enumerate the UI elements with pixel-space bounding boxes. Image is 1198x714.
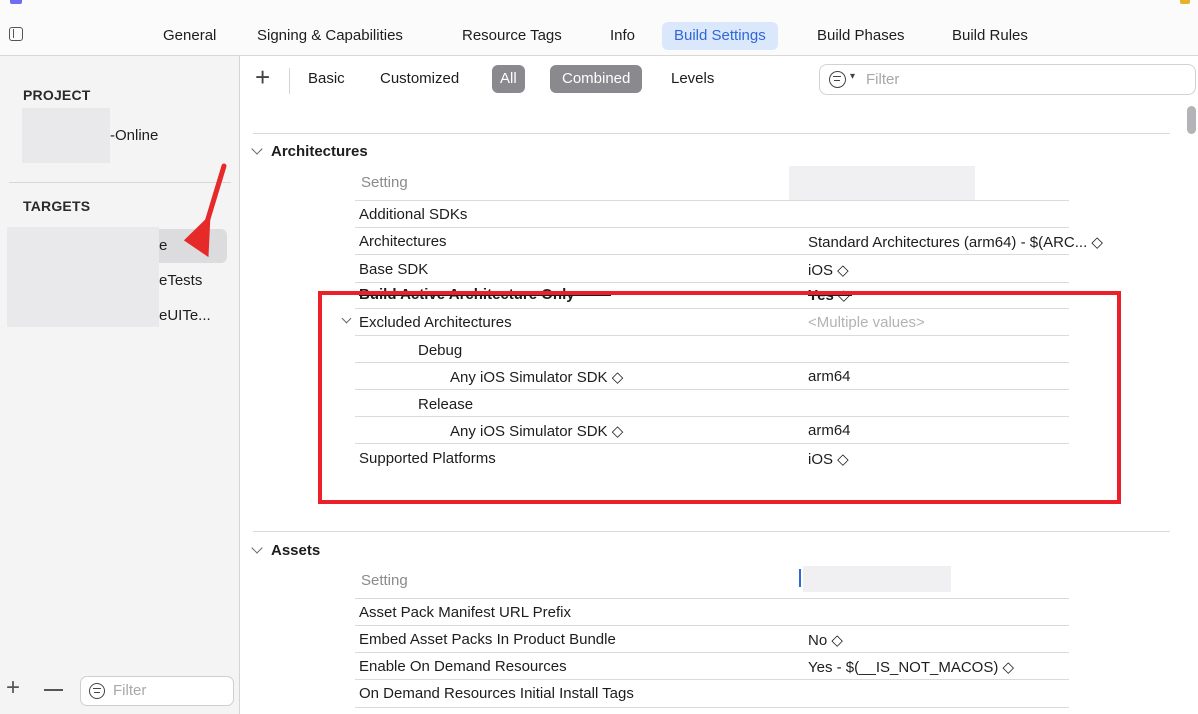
row-divider: [355, 200, 1069, 201]
settings-filter-field[interactable]: ▾ Filter: [819, 64, 1196, 95]
tab-build-settings[interactable]: Build Settings: [662, 22, 778, 50]
warning-icon-fragment: [1180, 0, 1190, 4]
row-divider: [355, 652, 1069, 653]
row-divider: [355, 598, 1069, 599]
chevron-down-icon[interactable]: [251, 542, 263, 554]
row-divider: [355, 679, 1069, 680]
add-setting-icon[interactable]: +: [255, 62, 270, 92]
chevron-down-icon: ▾: [850, 71, 856, 82]
tab-info[interactable]: Info: [604, 22, 641, 50]
architectures-value[interactable]: Standard Architectures (arm64) - $(ARC..…: [808, 233, 1103, 251]
base-sdk-value[interactable]: iOS ◇: [808, 261, 849, 279]
project-item[interactable]: -Online: [110, 127, 158, 144]
redacted-project-icon: [22, 108, 110, 163]
row-divider: [355, 625, 1069, 626]
filter-icon: [829, 71, 846, 88]
setting-column-header: Setting: [361, 572, 408, 589]
on-demand-resources-value[interactable]: Yes - $(__IS_NOT_MACOS) ◇: [808, 658, 1014, 676]
settings-filter-placeholder: Filter: [866, 71, 900, 88]
add-target-icon[interactable]: +: [6, 676, 20, 700]
vertical-scrollbar[interactable]: [1187, 106, 1196, 134]
toolbar-separator: [289, 68, 290, 94]
row-divider: [355, 707, 1069, 708]
window-icon-fragment: [10, 0, 22, 4]
red-highlight-box-annotation: [318, 291, 1121, 504]
text-cursor: [799, 569, 801, 587]
redacted-column-header: [789, 166, 975, 200]
sidebar-toggle-icon[interactable]: [9, 27, 23, 41]
target-item-uitests[interactable]: eUITe...: [159, 307, 211, 324]
embed-asset-packs-value[interactable]: No ◇: [808, 631, 843, 649]
setting-row-additional-sdks[interactable]: Additional SDKs: [359, 206, 467, 223]
tab-resource-tags[interactable]: Resource Tags: [456, 22, 568, 50]
build-settings-list: Architectures Setting Additional SDKs Ar…: [241, 104, 1198, 714]
setting-row-asset-pack-manifest[interactable]: Asset Pack Manifest URL Prefix: [359, 604, 571, 621]
tab-build-rules[interactable]: Build Rules: [946, 22, 1034, 50]
section-divider: [253, 133, 1170, 134]
filter-icon: [89, 683, 105, 699]
sidebar-filter-field[interactable]: Filter: [80, 676, 234, 706]
sidebar-filter-placeholder: Filter: [113, 682, 147, 699]
editor-tab-bar: General Signing & Capabilities Resource …: [0, 0, 1198, 56]
red-pointer-arrow-annotation: [183, 163, 227, 258]
setting-row-architectures[interactable]: Architectures: [359, 233, 447, 250]
chevron-down-icon[interactable]: [251, 143, 263, 155]
remove-target-icon[interactable]: [44, 689, 63, 691]
row-divider: [355, 227, 1069, 228]
all-filter-button[interactable]: All: [492, 65, 525, 93]
project-header: PROJECT: [23, 87, 91, 103]
customized-filter-button[interactable]: Customized: [376, 65, 463, 93]
targets-header: TARGETS: [23, 198, 91, 214]
setting-row-base-sdk[interactable]: Base SDK: [359, 261, 428, 278]
target-item-app[interactable]: e: [159, 237, 167, 254]
setting-column-header: Setting: [361, 174, 408, 191]
levels-view-button[interactable]: Levels: [667, 65, 718, 93]
row-divider: [355, 254, 1069, 255]
redacted-column-header: [803, 566, 951, 592]
tab-signing-capabilities[interactable]: Signing & Capabilities: [251, 22, 409, 50]
tab-general[interactable]: General: [157, 22, 222, 50]
architectures-section-title[interactable]: Architectures: [271, 143, 368, 160]
setting-row-embed-asset-packs[interactable]: Embed Asset Packs In Product Bundle: [359, 631, 616, 648]
project-targets-sidebar: PROJECT -Online TARGETS e eTests eUITe..…: [0, 56, 240, 714]
setting-row-on-demand-resources[interactable]: Enable On Demand Resources: [359, 658, 567, 675]
redacted-target-icons: [7, 227, 159, 327]
setting-row-initial-install-tags[interactable]: On Demand Resources Initial Install Tags: [359, 685, 634, 702]
section-divider: [253, 531, 1170, 532]
build-settings-toolbar: + Basic Customized All Combined Levels ▾…: [241, 56, 1198, 104]
basic-filter-button[interactable]: Basic: [304, 65, 349, 93]
assets-section-title[interactable]: Assets: [271, 542, 320, 559]
combined-view-button[interactable]: Combined: [550, 65, 643, 93]
row-divider: [355, 282, 1069, 283]
tab-build-phases[interactable]: Build Phases: [811, 22, 911, 50]
